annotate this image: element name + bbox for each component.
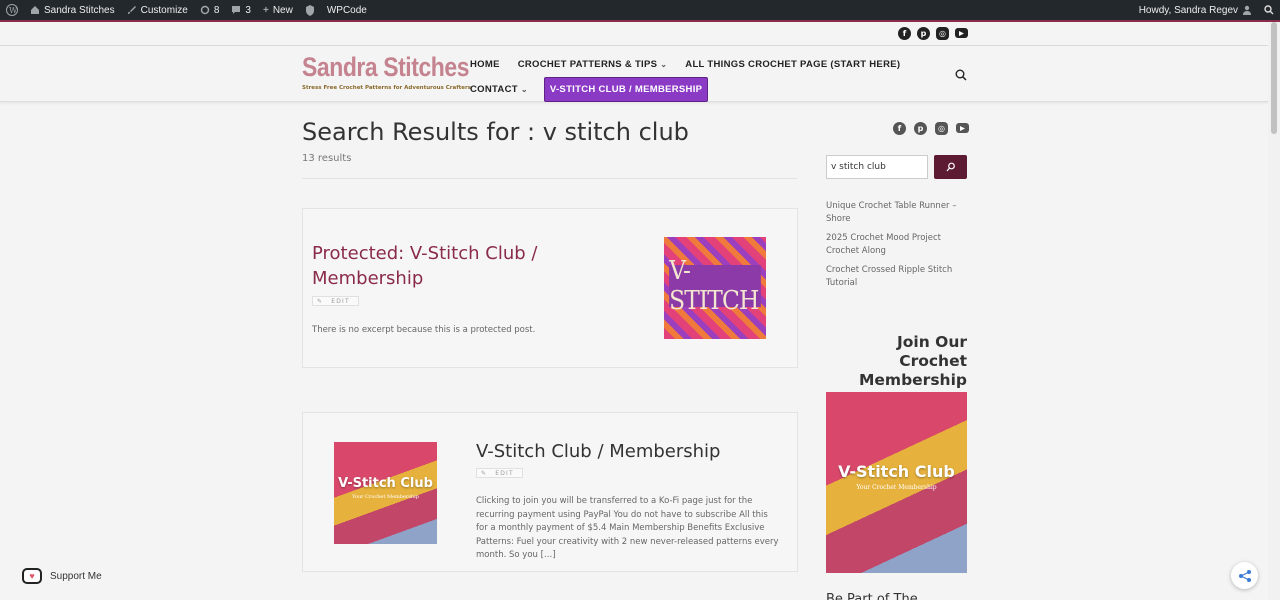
- membership-image-subtext: Your Crochet Membership: [856, 484, 937, 491]
- updates-count: 8: [213, 4, 220, 16]
- nav-crochet-patterns-label: CROCHET PATTERNS & TIPS: [517, 58, 658, 70]
- nav-contact[interactable]: CONTACT ⌄: [470, 84, 528, 95]
- nav-crochet-patterns[interactable]: CROCHET PATTERNS & TIPS ⌄: [518, 59, 668, 70]
- divider: [302, 178, 797, 179]
- site-header: Sandra Stitches Stress Free Crochet Patt…: [0, 46, 1268, 102]
- site-logo[interactable]: Sandra Stitches Stress Free Crochet Patt…: [302, 52, 471, 96]
- admin-search-button[interactable]: [1258, 0, 1280, 20]
- site-name-label: Sandra Stitches: [44, 4, 115, 16]
- recent-post-link[interactable]: Unique Crochet Table Runner – Shore: [826, 200, 968, 226]
- result-excerpt: Clicking to join you will be transferred…: [476, 496, 779, 560]
- youtube-icon[interactable]: [955, 28, 968, 38]
- scrollbar-thumb[interactable]: [1271, 22, 1277, 134]
- edit-button[interactable]: ✎ EDIT: [312, 296, 359, 306]
- result-title-link[interactable]: Protected: V-Stitch Club / Membership: [312, 241, 582, 291]
- sidebar-social-icons: f p ◎: [893, 122, 969, 135]
- wpcode-link[interactable]: WPCode: [321, 0, 373, 20]
- updates-link[interactable]: 8: [194, 0, 226, 20]
- comments-link[interactable]: 3: [225, 0, 257, 20]
- pencil-icon: ✎: [481, 469, 488, 477]
- page-scrollbar[interactable]: [1268, 22, 1280, 600]
- wpcode-label: WPCode: [326, 4, 367, 16]
- youtube-icon[interactable]: [956, 123, 969, 133]
- shield-link[interactable]: [299, 0, 321, 20]
- pencil-icon: ✎: [317, 297, 324, 305]
- howdy-label: Howdy, Sandra Regev: [1138, 4, 1238, 16]
- membership-image-text: V-Stitch Club: [838, 462, 955, 481]
- recent-posts-list: Unique Crochet Table Runner – Shore 2025…: [826, 200, 968, 296]
- logo-title: Sandra Stitches: [302, 52, 470, 82]
- edit-label: EDIT: [495, 469, 514, 477]
- home-icon: [31, 6, 39, 14]
- account-menu[interactable]: Howdy, Sandra Regev: [1133, 0, 1258, 20]
- sidebar-search-button[interactable]: [934, 155, 967, 179]
- instagram-icon[interactable]: ◎: [936, 27, 949, 40]
- plus-icon: +: [262, 4, 269, 16]
- site-name-link[interactable]: Sandra Stitches: [24, 0, 121, 20]
- result-thumbnail[interactable]: V-STITCH: [664, 237, 766, 339]
- membership-image[interactable]: V-Stitch Club Your Crochet Membership: [826, 392, 967, 573]
- share-icon: [1238, 569, 1251, 582]
- nav-home[interactable]: HOME: [470, 59, 500, 70]
- share-button[interactable]: [1231, 562, 1258, 589]
- nav-contact-label: CONTACT: [470, 83, 518, 95]
- recent-post-link[interactable]: Crochet Crossed Ripple Stitch Tutorial: [826, 264, 968, 290]
- updates-icon: [200, 5, 210, 15]
- sidebar-next-heading: Be Part of The: [826, 592, 918, 600]
- header-search-button[interactable]: [955, 66, 967, 85]
- thumbnail-text: V-STITCH: [669, 256, 761, 316]
- kofi-cup-icon: ♥: [22, 568, 42, 584]
- comment-icon: [232, 6, 241, 14]
- edit-button[interactable]: ✎ EDIT: [476, 468, 523, 478]
- recent-post-link[interactable]: 2025 Crochet Mood Project Crochet Along: [826, 232, 968, 258]
- top-social-bar: f p ◎: [0, 22, 1268, 46]
- instagram-icon[interactable]: ◎: [935, 122, 948, 135]
- brush-icon: [127, 6, 136, 14]
- nav-vstitch-club-button[interactable]: V-STITCH CLUB / MEMBERSHIP: [543, 76, 709, 102]
- membership-heading: Join Our Crochet Membership: [858, 333, 967, 389]
- comments-count: 3: [245, 4, 251, 16]
- wordpress-logo-button[interactable]: W: [0, 0, 24, 20]
- thumbnail-text: V-Stitch Club: [338, 476, 433, 491]
- facebook-icon[interactable]: f: [898, 27, 911, 40]
- result-count: 13 results: [302, 153, 352, 164]
- result-excerpt: There is no excerpt because this is a pr…: [312, 325, 536, 335]
- sidebar-search-input[interactable]: v stitch club: [826, 155, 928, 179]
- pinterest-icon[interactable]: p: [914, 122, 927, 135]
- nav-all-things-crochet[interactable]: ALL THINGS CROCHET PAGE (START HERE): [685, 59, 900, 70]
- new-content-link[interactable]: + New: [257, 0, 299, 20]
- search-result-card: Protected: V-Stitch Club / Membership ✎ …: [302, 208, 798, 368]
- pinterest-icon[interactable]: p: [917, 27, 930, 40]
- customize-label: Customize: [140, 4, 188, 16]
- result-title-link[interactable]: V-Stitch Club / Membership: [476, 439, 776, 464]
- main-nav: HOME CROCHET PATTERNS & TIPS ⌄ ALL THING…: [470, 52, 900, 102]
- thumbnail-subtext: Your Crochet Membership: [352, 494, 419, 500]
- customize-link[interactable]: Customize: [121, 0, 194, 20]
- support-me-button[interactable]: ♥ Support Me: [22, 568, 102, 584]
- logo-tagline: Stress Free Crochet Patterns for Adventu…: [302, 85, 471, 91]
- search-icon: [946, 162, 955, 172]
- result-thumbnail[interactable]: V-Stitch Club Your Crochet Membership: [334, 442, 437, 544]
- chevron-down-icon: ⌄: [660, 59, 668, 69]
- user-avatar-icon: [1243, 5, 1251, 15]
- facebook-icon[interactable]: f: [893, 122, 906, 135]
- page-title: Search Results for : v stitch club: [302, 118, 689, 146]
- support-me-label: Support Me: [50, 570, 102, 582]
- shield-icon: [305, 4, 314, 16]
- search-result-card: V-Stitch Club Your Crochet Membership V-…: [302, 412, 798, 572]
- search-icon: [1264, 5, 1274, 15]
- edit-label: EDIT: [331, 297, 350, 305]
- wordpress-icon: W: [6, 4, 18, 16]
- admin-bar: W Sandra Stitches Customize 8 3 + New WP…: [0, 0, 1280, 20]
- search-icon: [955, 69, 967, 81]
- chevron-down-icon: ⌄: [520, 84, 528, 94]
- new-label: New: [272, 4, 293, 16]
- svg-text:W: W: [9, 6, 18, 15]
